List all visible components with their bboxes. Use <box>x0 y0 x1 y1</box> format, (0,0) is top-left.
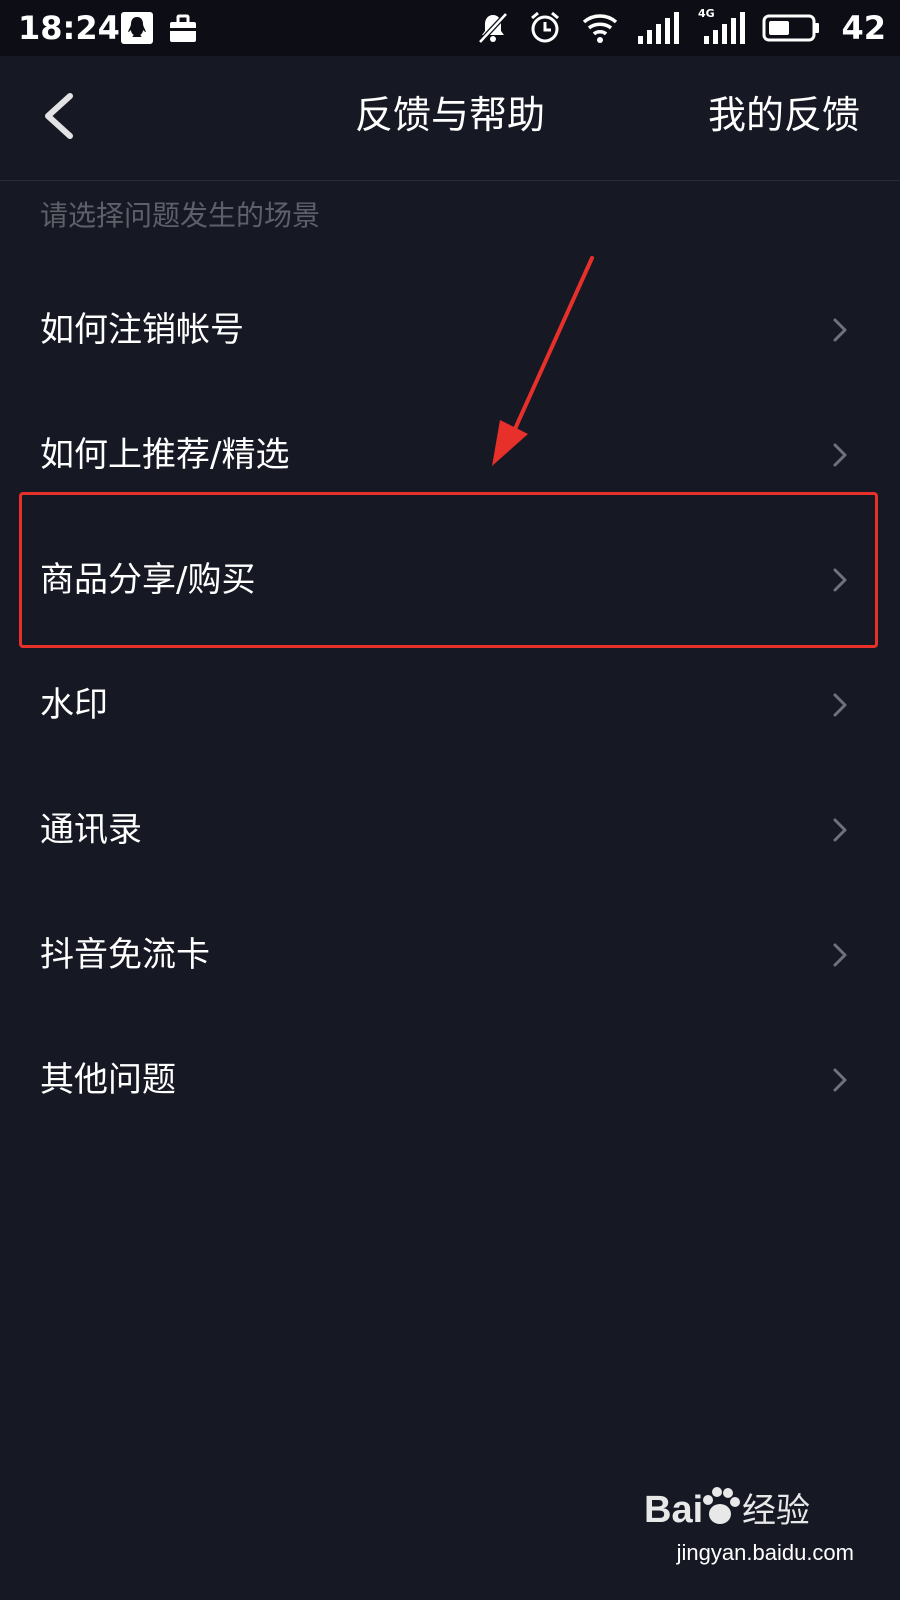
list-item-label: 如何注销帐号 <box>40 310 244 350</box>
list-item-label: 通讯录 <box>40 810 142 850</box>
alarm-icon <box>531 11 559 43</box>
qq-icon <box>121 12 153 44</box>
network-type-label: 4G <box>698 7 715 20</box>
list-item-deactivate-account[interactable]: 如何注销帐号 <box>0 268 900 393</box>
baidu-jingyan-logo: Bai 经验 <box>644 1487 810 1531</box>
svg-text:经验: 经验 <box>742 1491 810 1531</box>
battery-percent: 42 <box>841 9 886 47</box>
list-item-label: 其他问题 <box>40 1060 176 1100</box>
chevron-right-icon <box>833 318 847 342</box>
list-item-label: 商品分享/购买 <box>40 560 256 600</box>
chevron-right-icon <box>833 1068 847 1092</box>
briefcase-icon <box>170 14 196 42</box>
section-header: 请选择问题发生的场景 <box>40 199 321 232</box>
battery-icon <box>762 14 819 42</box>
chevron-right-icon <box>833 568 847 592</box>
nav-bar: 反馈与帮助 我的反馈 <box>0 56 900 181</box>
list-item-label: 水印 <box>40 685 108 725</box>
my-feedback-link[interactable]: 我的反馈 <box>708 90 860 140</box>
list-item-recommend[interactable]: 如何上推荐/精选 <box>0 393 900 518</box>
baidu-watermark: Bai 经验 jingyan.baidu.com <box>644 1478 854 1578</box>
chevron-right-icon <box>833 943 847 967</box>
svg-text:Bai: Bai <box>644 1489 703 1531</box>
list-item-product-share[interactable]: 商品分享/购买 <box>0 518 900 643</box>
list-item-label: 抖音免流卡 <box>40 935 210 975</box>
wifi-icon <box>582 14 618 43</box>
list-item-contacts[interactable]: 通讯录 <box>0 768 900 893</box>
chevron-right-icon <box>833 693 847 717</box>
scenario-list: 如何注销帐号 如何上推荐/精选 商品分享/购买 水印 通讯录 抖音免流卡 其他问… <box>0 268 900 1143</box>
list-item-watermark[interactable]: 水印 <box>0 643 900 768</box>
list-item-label: 如何上推荐/精选 <box>40 435 290 475</box>
mute-bell-icon <box>478 12 508 44</box>
list-item-other[interactable]: 其他问题 <box>0 1018 900 1143</box>
status-time: 18:24 <box>18 9 120 47</box>
watermark-url: jingyan.baidu.com <box>676 1540 854 1565</box>
chevron-right-icon <box>833 818 847 842</box>
status-bar: 18:24 4G 42 <box>0 0 900 56</box>
screen: 18:24 4G 42 反馈与帮助 我的反馈 请选择问题发生的场景 如何注销帐号… <box>0 0 900 1600</box>
list-item-data-card[interactable]: 抖音免流卡 <box>0 893 900 1018</box>
chevron-right-icon <box>833 443 847 467</box>
signal-icon <box>638 12 679 44</box>
